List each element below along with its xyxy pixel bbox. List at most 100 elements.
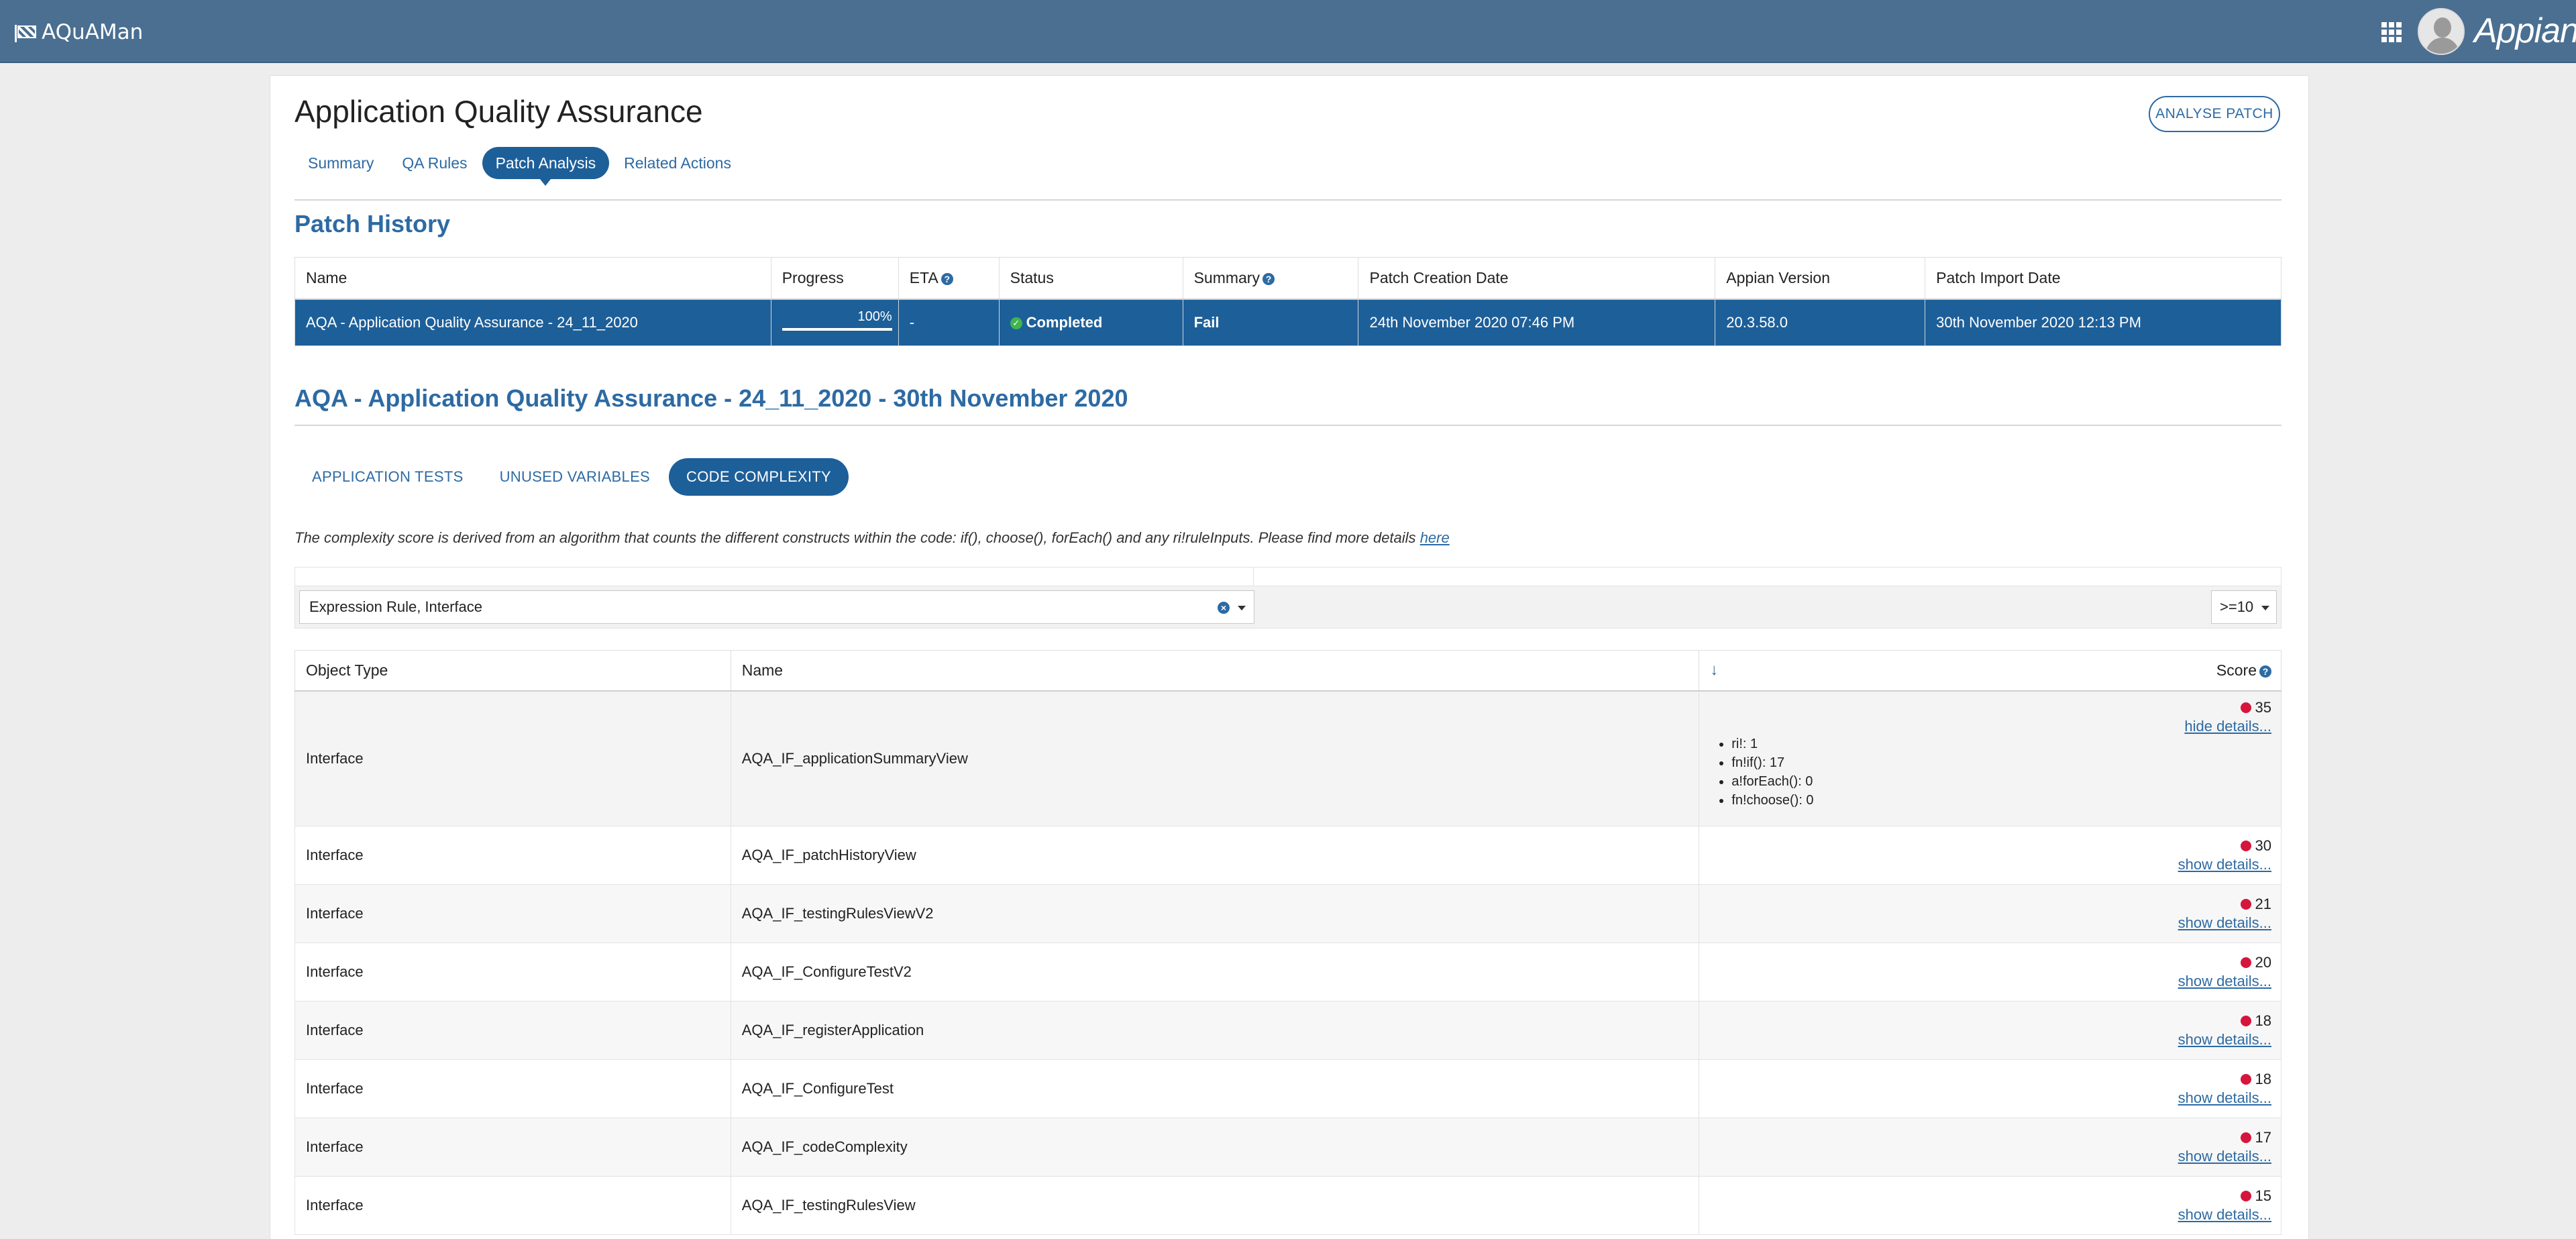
show-details-link[interactable]: show details... bbox=[1699, 1206, 2271, 1224]
patch-creation-date: 24th November 2020 07:46 PM bbox=[1358, 299, 1716, 346]
score-value: 21 bbox=[2255, 896, 2271, 913]
patch-appian-version: 20.3.58.0 bbox=[1715, 299, 1926, 346]
patch-eta: - bbox=[898, 299, 1000, 346]
col-eta[interactable]: ETA? bbox=[898, 257, 1000, 300]
score-indicator-dot bbox=[2240, 841, 2251, 852]
analyse-patch-button[interactable]: ANALYSE PATCH bbox=[2149, 96, 2280, 132]
help-icon[interactable]: ? bbox=[1262, 272, 1275, 285]
show-details-link[interactable]: show details... bbox=[1699, 1089, 2271, 1107]
chevron-down-icon bbox=[1238, 606, 1246, 610]
patch-history-table: Name Progress ETA? Status Summary? Patch… bbox=[294, 257, 2282, 346]
help-icon[interactable]: ? bbox=[2259, 665, 2271, 678]
tab-patch-analysis[interactable]: Patch Analysis bbox=[482, 147, 610, 186]
table-row[interactable]: Interface AQA_IF_codeComplexity 17 show … bbox=[294, 1117, 2282, 1177]
score-indicator-dot bbox=[2240, 1132, 2251, 1144]
score-indicator-dot bbox=[2240, 957, 2251, 969]
show-details-link[interactable]: show details... bbox=[1699, 973, 2271, 990]
score-indicator-dot bbox=[2240, 899, 2251, 910]
app-launcher-icon[interactable] bbox=[2381, 22, 2402, 42]
col-progress[interactable]: Progress bbox=[770, 257, 899, 300]
more-details-link[interactable]: here bbox=[1420, 529, 1450, 546]
object-name-cell: AQA_IF_ConfigureTest bbox=[730, 1059, 1700, 1118]
detail-item: fn!choose(): 0 bbox=[1731, 791, 2184, 810]
detail-item: ri!: 1 bbox=[1731, 735, 2184, 753]
table-row[interactable]: Interface AQA_IF_testingRulesView 15 sho… bbox=[294, 1175, 2282, 1235]
object-name-cell: AQA_IF_ConfigureTestV2 bbox=[730, 942, 1700, 1002]
analysis-title: AQA - Application Quality Assurance - 24… bbox=[294, 384, 1128, 412]
score-cell: 17 show details... bbox=[1699, 1117, 2282, 1177]
score-indicator-dot bbox=[2240, 1191, 2251, 1202]
tab-summary[interactable]: Summary bbox=[294, 147, 387, 179]
show-details-link[interactable]: show details... bbox=[1699, 1031, 2271, 1048]
table-row[interactable]: Interface AQA_IF_ConfigureTest 18 show d… bbox=[294, 1059, 2282, 1118]
score-indicator-dot bbox=[2240, 1016, 2251, 1027]
chevron-down-icon bbox=[2261, 606, 2269, 610]
subtab-application-tests[interactable]: APPLICATION TESTS bbox=[294, 458, 481, 496]
object-name-cell: AQA_IF_testingRulesViewV2 bbox=[730, 883, 1700, 943]
check-circle-icon: ✓ bbox=[1010, 317, 1022, 329]
score-cell: 18 show details... bbox=[1699, 1059, 2282, 1118]
app-name: AQuAMan bbox=[42, 20, 144, 44]
divider bbox=[294, 199, 2282, 201]
main-card: Application Quality Assurance ANALYSE PA… bbox=[270, 75, 2309, 1239]
patch-progress: 100% bbox=[770, 299, 899, 346]
object-name-cell: AQA_IF_applicationSummaryView bbox=[730, 690, 1700, 826]
patch-name: AQA - Application Quality Assurance - 24… bbox=[294, 299, 771, 346]
user-avatar[interactable] bbox=[2418, 8, 2465, 55]
score-cell: ri!: 1 fn!if(): 17 a!forEach(): 0 fn!cho… bbox=[1699, 690, 2282, 826]
object-type-cell: Interface bbox=[294, 825, 731, 885]
brand-logo: Appian bbox=[2474, 11, 2576, 50]
table-row[interactable]: Interface AQA_IF_patchHistoryView 30 sho… bbox=[294, 825, 2282, 885]
detail-item: fn!if(): 17 bbox=[1731, 753, 2184, 772]
col-object-type[interactable]: Object Type bbox=[294, 650, 731, 692]
top-bar: AQuAMan Appian bbox=[0, 0, 2576, 63]
app-name-link[interactable]: AQuAMan bbox=[15, 19, 143, 46]
score-cell: 18 show details... bbox=[1699, 1000, 2282, 1060]
score-indicator-dot bbox=[2240, 702, 2251, 713]
col-status[interactable]: Status bbox=[998, 257, 1183, 300]
subtab-code-complexity[interactable]: CODE COMPLEXITY bbox=[669, 458, 849, 496]
help-icon[interactable]: ? bbox=[941, 272, 953, 285]
score-cell: 20 show details... bbox=[1699, 942, 2282, 1002]
filter-row: Expression Rule, Interface × >=10 bbox=[294, 586, 2282, 629]
progress-bar bbox=[782, 327, 892, 331]
score-value: 17 bbox=[2255, 1129, 2271, 1146]
score-cell: 15 show details... bbox=[1699, 1175, 2282, 1235]
tab-qa-rules[interactable]: QA Rules bbox=[388, 147, 480, 179]
patch-summary: Fail bbox=[1182, 299, 1359, 346]
patch-history-header: Name Progress ETA? Status Summary? Patch… bbox=[294, 257, 2282, 300]
subtab-unused-variables[interactable]: UNUSED VARIABLES bbox=[482, 458, 667, 496]
tab-related-actions[interactable]: Related Actions bbox=[610, 147, 745, 179]
object-name-cell: AQA_IF_codeComplexity bbox=[730, 1117, 1700, 1177]
patch-status: ✓ Completed bbox=[998, 299, 1183, 346]
col-creation-date[interactable]: Patch Creation Date bbox=[1358, 257, 1716, 300]
hide-details-link[interactable]: hide details... bbox=[2184, 718, 2271, 735]
table-row[interactable]: Interface AQA_IF_registerApplication 18 … bbox=[294, 1000, 2282, 1060]
table-row[interactable]: Interface AQA_IF_ConfigureTestV2 20 show… bbox=[294, 942, 2282, 1002]
score-filter[interactable]: >=10 bbox=[2211, 590, 2277, 624]
complexity-description: The complexity score is derived from an … bbox=[294, 529, 1450, 546]
col-name[interactable]: Name bbox=[294, 257, 771, 300]
patch-history-row[interactable]: AQA - Application Quality Assurance - 24… bbox=[294, 299, 2282, 346]
clear-icon[interactable]: × bbox=[1218, 602, 1230, 614]
filter-header bbox=[294, 567, 2282, 586]
show-details-link[interactable]: show details... bbox=[1699, 856, 2271, 873]
object-type-cell: Interface bbox=[294, 1059, 731, 1118]
score-cell: 21 show details... bbox=[1699, 883, 2282, 943]
show-details-link[interactable]: show details... bbox=[1699, 1148, 2271, 1165]
show-details-link[interactable]: show details... bbox=[1699, 914, 2271, 932]
object-name-cell: AQA_IF_patchHistoryView bbox=[730, 825, 1700, 885]
sort-down-icon[interactable]: ↓ bbox=[1710, 661, 1718, 679]
col-object-name[interactable]: Name bbox=[730, 650, 1700, 692]
complexity-header: Object Type Name ↓ Score? bbox=[294, 650, 2282, 692]
table-row[interactable]: Interface AQA_IF_testingRulesViewV2 21 s… bbox=[294, 883, 2282, 943]
score-value: 20 bbox=[2255, 954, 2271, 971]
table-row[interactable]: Interface AQA_IF_applicationSummaryView … bbox=[294, 690, 2282, 826]
col-score[interactable]: ↓ Score? bbox=[1699, 650, 2282, 692]
col-appian-version[interactable]: Appian Version bbox=[1715, 257, 1926, 300]
page-title: Application Quality Assurance bbox=[294, 94, 703, 129]
score-value: 15 bbox=[2255, 1187, 2271, 1205]
col-summary[interactable]: Summary? bbox=[1182, 257, 1359, 300]
object-type-filter[interactable]: Expression Rule, Interface × bbox=[299, 590, 1254, 624]
col-import-date[interactable]: Patch Import Date bbox=[1925, 257, 2282, 300]
